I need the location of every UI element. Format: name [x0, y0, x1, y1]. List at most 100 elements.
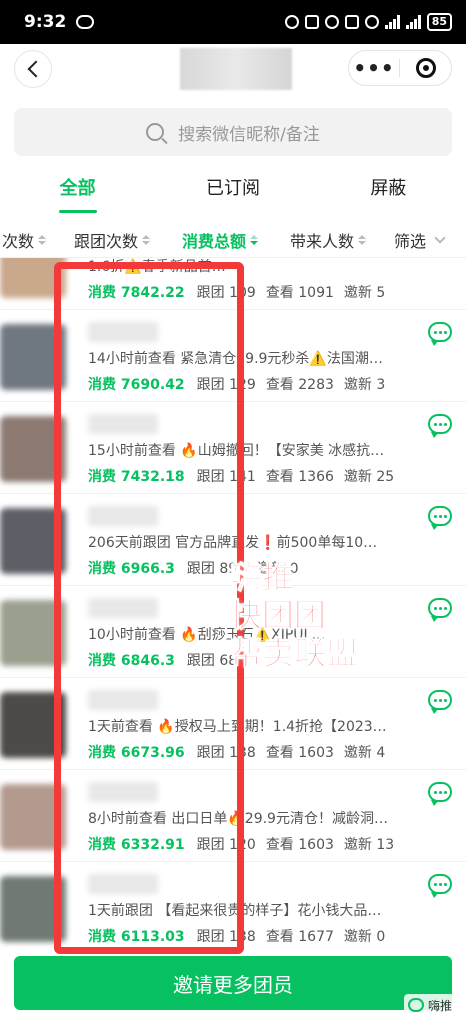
more-button[interactable]: ••• [349, 58, 399, 78]
last-activity: 1天前跟团 【看起来很贵的样子】花小钱大品… [88, 903, 382, 919]
spend-total: 消费 6846.3 [88, 653, 175, 669]
sort-total-spend[interactable]: 消费总额 [182, 228, 259, 252]
search-placeholder: 搜索微信昵称/备注 [178, 124, 320, 145]
app-screen: 9:32 85 ••• 搜索微信昵称/备注 全部 已订阅 屏蔽 次数 跟团次数 … [0, 0, 466, 1024]
member-stats: 消费 7842.22 跟团 109 查看 1091 邀新 5 [88, 282, 395, 302]
sort-caret-icon [250, 234, 259, 245]
chat-bubble-icon[interactable] [428, 598, 452, 622]
list-item[interactable]: 15小时前查看 🔥山姆撤回！【安家美 冰感抗菌… 消费 7432.18 跟团 14… [0, 402, 466, 494]
member-stats: 消费 6332.91 跟团 120 查看 1603 邀新 13 [88, 834, 404, 854]
last-activity: 206天前跟团 官方品牌直发❗前500单每10单抽… [88, 535, 388, 551]
group-count: 跟团 138 [196, 929, 256, 945]
member-stats: 消费 6673.96 跟团 138 查看 1603 邀新 4 [88, 742, 395, 762]
chat-bubble-icon[interactable] [428, 322, 452, 346]
sort-caret-icon [358, 234, 367, 245]
watermark-text: 嗨推 [427, 998, 452, 1013]
nav-bar: ••• [0, 44, 466, 96]
invite-count: 邀新 13 [343, 837, 395, 853]
chevron-down-icon [434, 231, 446, 244]
avatar [0, 324, 66, 390]
view-count: 查看 1677 [265, 929, 334, 945]
group-count: 跟团 109 [196, 285, 256, 301]
watermark: 嗨推 [403, 994, 456, 1016]
avatar [0, 784, 66, 850]
search-input[interactable]: 搜索微信昵称/备注 [14, 108, 452, 156]
member-name-redacted [88, 782, 158, 802]
sort-count[interactable]: 次数 [2, 228, 47, 252]
sort-count-label: 次数 [2, 231, 35, 251]
invite-count: 邀新 4 [343, 745, 386, 761]
chat-bubble-icon[interactable] [428, 782, 452, 806]
list-item[interactable]: 14小时前查看 紧急清仓19.9元秒杀⚠️法国潮牌… 消费 7690.42 跟团 … [0, 310, 466, 402]
sort-group-count[interactable]: 跟团次数 [74, 228, 151, 252]
member-name-redacted [88, 506, 158, 526]
member-name-redacted [88, 874, 158, 894]
system-icons: 85 [284, 13, 452, 31]
tab-blocked[interactable]: 屏蔽 [311, 165, 466, 215]
tab-subscribed[interactable]: 已订阅 [155, 165, 310, 215]
last-activity: 1.6折⚠️春季新品首… [88, 259, 226, 275]
chat-bubble-icon[interactable] [428, 506, 452, 530]
spend-total: 消费 6332.91 [88, 837, 185, 853]
back-button[interactable] [14, 50, 52, 88]
view-count: 查看 1603 [265, 745, 334, 761]
last-activity: 1天前查看 🔥授权马上到期！1.4折抢【2023… [88, 719, 387, 735]
wechat-notification-icon [76, 15, 95, 29]
invite-count: 邀新 25 [343, 469, 395, 485]
avatar [0, 508, 66, 574]
spend-total: 消费 7432.18 [88, 469, 185, 485]
group-count: 跟团 141 [196, 469, 256, 485]
battery-indicator: 85 [426, 13, 452, 31]
close-miniprogram-button[interactable] [416, 58, 436, 78]
spend-total: 消费 6966.3 [88, 561, 175, 577]
alarm-icon [324, 15, 339, 29]
invite-count: 邀新 5 [343, 285, 386, 301]
last-activity: 8小时前查看 出口日单🔥29.9元清仓！减龄洞洞… [88, 811, 388, 827]
avatar [0, 416, 66, 482]
member-stats: 消费 7690.42 跟团 129 查看 2283 邀新 3 [88, 374, 395, 394]
sort-caret-icon [142, 234, 151, 245]
last-activity: 15小时前查看 🔥山姆撤回！【安家美 冰感抗菌… [88, 443, 388, 459]
sort-group-count-label: 跟团次数 [74, 231, 139, 251]
sort-total-spend-label: 消费总额 [182, 231, 247, 251]
status-time: 9:32 [24, 12, 67, 32]
target-icon [423, 65, 429, 71]
member-name-redacted [88, 598, 158, 618]
chat-bubble-icon[interactable] [428, 414, 452, 438]
miniprogram-capsule: ••• [348, 50, 452, 86]
speed-icon [284, 15, 299, 29]
avatar [0, 600, 66, 666]
filter-button[interactable]: 筛选 [394, 228, 446, 252]
status-bar: 9:32 85 [0, 0, 466, 44]
list-item[interactable]: 1.6折⚠️春季新品首… 消费 7842.22 跟团 109 查看 1091 邀新 5 [0, 258, 466, 310]
sort-bar: 次数 跟团次数 消费总额 带来人数 筛选 [0, 222, 466, 258]
spend-total: 消费 6673.96 [88, 745, 185, 761]
list-item[interactable]: 1天前查看 🔥授权马上到期！1.4折抢【2023… 消费 6673.96 跟团 1… [0, 678, 466, 770]
sort-brought-people[interactable]: 带来人数 [290, 228, 367, 252]
list-item[interactable]: 1天前跟团 【看起来很贵的样子】花小钱大品… 消费 6113.03 跟团 138 查… [0, 862, 466, 948]
tab-all[interactable]: 全部 [0, 165, 155, 215]
signal-icon-2 [405, 15, 421, 29]
invite-more-members-button[interactable]: 邀请更多团员 [14, 956, 452, 1010]
group-count: 跟团 120 [196, 837, 256, 853]
spend-total: 消费 7690.42 [88, 377, 185, 393]
vibrate-icon [344, 15, 359, 29]
chat-bubble-icon[interactable] [428, 874, 452, 898]
spend-total: 消费 7842.22 [88, 285, 185, 301]
avatar [0, 692, 66, 758]
nfc-icon [304, 15, 319, 29]
list-item[interactable]: 8小时前查看 出口日单🔥29.9元清仓！减龄洞洞… 消费 6332.91 跟团 1… [0, 770, 466, 862]
invite-count: 邀新 0 [343, 929, 386, 945]
sort-brought-people-label: 带来人数 [290, 231, 355, 251]
wifi-icon [364, 15, 379, 29]
member-name-redacted [88, 414, 158, 434]
search-icon [146, 123, 165, 141]
signal-icon [384, 15, 400, 29]
avatar [0, 258, 66, 298]
annotation-text-line3: 帮卖联盟 [229, 634, 359, 673]
chat-bubble-icon[interactable] [428, 690, 452, 714]
view-count: 查看 2283 [265, 377, 334, 393]
member-stats: 消费 7432.18 跟团 141 查看 1366 邀新 25 [88, 466, 404, 486]
chevron-left-icon [27, 60, 44, 78]
view-count: 查看 1603 [265, 837, 334, 853]
